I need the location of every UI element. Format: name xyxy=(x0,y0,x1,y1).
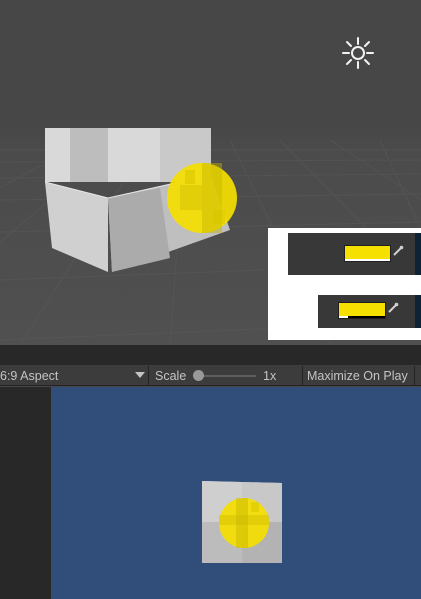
game-view[interactable] xyxy=(51,387,421,599)
color-swatch[interactable] xyxy=(344,245,391,262)
scene-view[interactable] xyxy=(0,0,421,345)
toolbar-separator xyxy=(302,366,303,385)
color-swatch[interactable] xyxy=(338,302,386,319)
color-field-transparent[interactable] xyxy=(318,295,421,328)
scale-slider-handle[interactable] xyxy=(193,370,204,381)
color-field-opaque[interactable] xyxy=(288,233,421,275)
game-view-letterbox xyxy=(0,387,51,599)
panel-divider xyxy=(0,345,421,365)
sphere-object[interactable] xyxy=(167,163,237,233)
color-fields-inset xyxy=(268,228,421,340)
scale-value: 1x xyxy=(263,368,277,383)
scale-label: Scale xyxy=(155,368,187,383)
maximize-on-play-button[interactable]: Maximize On Play xyxy=(307,365,408,386)
sun-icon[interactable] xyxy=(341,36,375,70)
eyedropper-icon[interactable] xyxy=(387,302,405,320)
alpha-bar xyxy=(339,316,349,318)
game-view-toolbar: 6:9 Aspect Scale 1x Maximize On Play xyxy=(0,365,421,386)
scale-slider-track[interactable] xyxy=(196,375,256,377)
alpha-bar xyxy=(345,259,390,261)
chevron-down-icon[interactable] xyxy=(135,372,145,378)
field-edge xyxy=(415,295,421,328)
game-render xyxy=(202,481,282,563)
toolbar-separator xyxy=(414,366,415,385)
aspect-label: 6:9 Aspect xyxy=(0,368,59,383)
aspect-dropdown[interactable]: 6:9 Aspect xyxy=(0,365,148,386)
field-edge xyxy=(415,233,421,275)
sphere-render xyxy=(219,498,269,548)
eyedropper-icon[interactable] xyxy=(392,245,410,263)
toolbar-separator xyxy=(148,366,149,385)
